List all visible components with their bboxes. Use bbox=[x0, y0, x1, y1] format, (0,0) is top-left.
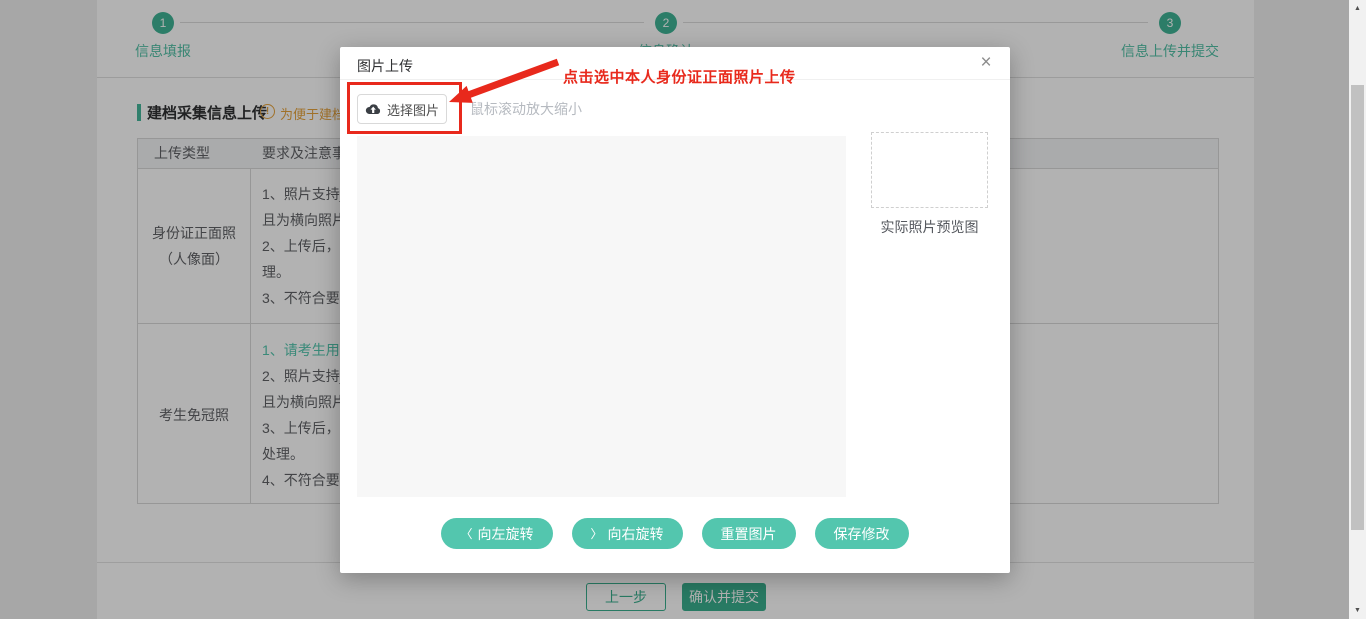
preview-box bbox=[871, 132, 988, 208]
save-changes-button[interactable]: 保存修改 bbox=[815, 518, 909, 549]
scroll-up-icon[interactable]: ▲ bbox=[1349, 0, 1366, 17]
save-changes-label: 保存修改 bbox=[834, 524, 890, 544]
rotate-left-button[interactable]: 〈 向左旋转 bbox=[441, 518, 552, 549]
preview-label: 实际照片预览图 bbox=[871, 217, 988, 237]
rotate-left-label: 向左旋转 bbox=[478, 524, 534, 544]
select-image-button[interactable]: 选择图片 bbox=[357, 94, 447, 124]
crop-canvas[interactable] bbox=[357, 136, 846, 497]
rotate-right-label: 向右旋转 bbox=[608, 524, 664, 544]
cloud-upload-icon bbox=[365, 103, 381, 115]
rotate-right-button[interactable]: 〉 向右旋转 bbox=[572, 518, 683, 549]
scrollbar-thumb[interactable] bbox=[1351, 85, 1364, 530]
close-icon[interactable]: × bbox=[974, 51, 998, 75]
image-upload-dialog: 图片上传 × 选择图片 鼠标滚动放大缩小 点击选中本人身份证正面照片上传 实际照… bbox=[340, 47, 1010, 573]
dialog-title: 图片上传 bbox=[357, 56, 413, 76]
select-image-label: 选择图片 bbox=[387, 100, 439, 119]
dialog-button-row: 〈 向左旋转 〉 向右旋转 重置图片 保存修改 bbox=[340, 518, 1010, 549]
zoom-hint-text: 鼠标滚动放大缩小 bbox=[470, 94, 582, 124]
chevron-left-icon: 〈 bbox=[460, 528, 472, 540]
annotation-text: 点击选中本人身份证正面照片上传 bbox=[563, 66, 796, 87]
screen: 1 信息填报 2 信息确认 3 信息上传并提交 建档采集信息上传 ! 为便于建档… bbox=[0, 0, 1366, 619]
scroll-down-icon[interactable]: ▼ bbox=[1349, 602, 1366, 619]
reset-image-button[interactable]: 重置图片 bbox=[702, 518, 796, 549]
scrollbar[interactable]: ▲ ▼ bbox=[1349, 0, 1366, 619]
reset-image-label: 重置图片 bbox=[721, 524, 777, 544]
chevron-right-icon: 〉 bbox=[591, 528, 603, 540]
